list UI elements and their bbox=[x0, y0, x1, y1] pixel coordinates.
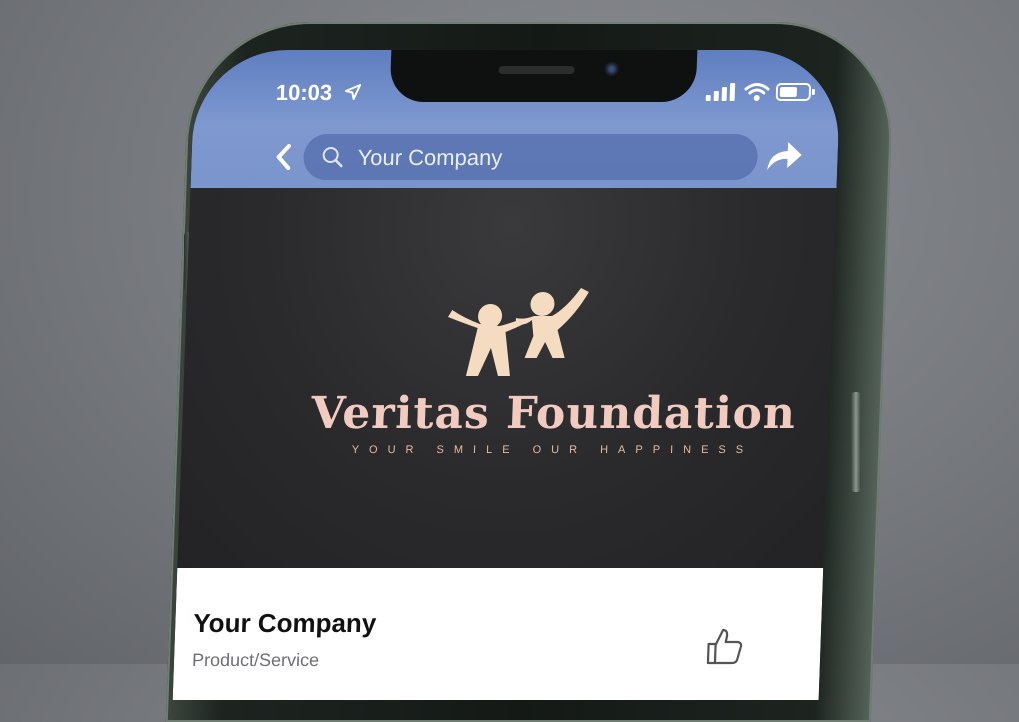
share-arrow-icon[interactable] bbox=[763, 136, 804, 176]
search-input[interactable]: Your Company bbox=[302, 134, 759, 180]
location-arrow-icon bbox=[344, 84, 362, 100]
wifi-icon bbox=[744, 83, 770, 101]
organization-tagline: YOUR SMILE OUR HAPPINESS bbox=[351, 444, 754, 456]
search-value: Your Company bbox=[357, 145, 503, 170]
page-category: Product/Service bbox=[191, 650, 320, 670]
profile-card: Your Company Product/Service bbox=[172, 568, 824, 700]
phone-side-button bbox=[851, 392, 861, 492]
top-bar: 10:03 Your Company bbox=[190, 50, 842, 188]
phone-screen: 10:03 Your Company Veritas Foundation YO… bbox=[172, 50, 842, 700]
nav-row: Your Company bbox=[191, 132, 839, 182]
status-time: 10:03 bbox=[275, 80, 333, 105]
page-name[interactable]: Your Company bbox=[193, 608, 377, 639]
notch bbox=[389, 50, 698, 102]
two-children-logo bbox=[448, 288, 589, 376]
thumbs-up-icon[interactable] bbox=[704, 626, 745, 666]
status-icons bbox=[705, 80, 816, 104]
cover-photo: Veritas Foundation YOUR SMILE OUR HAPPIN… bbox=[177, 188, 837, 568]
front-camera bbox=[604, 62, 619, 76]
signal-icon bbox=[705, 83, 736, 101]
search-icon bbox=[322, 147, 343, 168]
speaker-grill bbox=[498, 66, 575, 74]
organization-name: Veritas Foundation bbox=[310, 388, 797, 439]
battery-icon bbox=[775, 83, 815, 101]
chevron-left-icon[interactable] bbox=[273, 142, 294, 172]
